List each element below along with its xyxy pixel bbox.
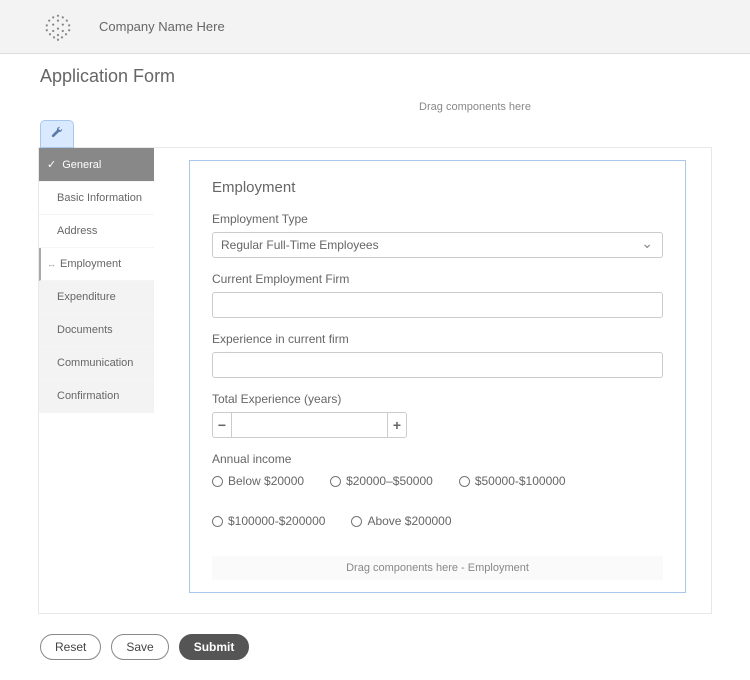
sidebar-item-label: Confirmation <box>57 390 119 402</box>
field-total-experience: Total Experience (years) − + <box>212 392 663 438</box>
main-content: Employment Employment Type Regular Full-… <box>154 148 711 613</box>
field-employment-firm: Current Employment Firm <box>212 272 663 318</box>
radio-label: $20000–$50000 <box>346 474 433 488</box>
footer-buttons: Reset Save Submit <box>0 614 750 680</box>
employment-type-select[interactable]: Regular Full-Time Employees <box>212 232 663 258</box>
total-experience-input[interactable] <box>232 413 387 437</box>
field-annual-income: Annual income Below $20000 $20000–$50000… <box>212 452 663 528</box>
field-experience-current: Experience in current firm <box>212 332 663 378</box>
select-wrap: Regular Full-Time Employees <box>212 232 663 258</box>
form-panel: Employment Employment Type Regular Full-… <box>189 160 686 593</box>
radio-option[interactable]: $20000–$50000 <box>330 474 433 488</box>
label-experience-current: Experience in current firm <box>212 332 663 346</box>
experience-current-input[interactable] <box>212 352 663 378</box>
annual-income-options: Below $20000 $20000–$50000 $50000-$10000… <box>212 474 663 528</box>
company-logo <box>42 11 74 43</box>
sidebar-item-basic-information[interactable]: Basic Information <box>39 182 154 215</box>
drag-hint-top: Drag components here <box>0 95 750 119</box>
radio-label: Above $200000 <box>367 514 451 528</box>
drag-hint-panel: Drag components here - Employment <box>212 556 663 580</box>
radio-input[interactable] <box>212 476 223 487</box>
sidebar-item-general[interactable]: General <box>39 148 154 182</box>
radio-input[interactable] <box>351 516 362 527</box>
sidebar-item-label: General <box>62 159 101 171</box>
radio-input[interactable] <box>212 516 223 527</box>
sidebar: General Basic Information Address Employ… <box>39 148 154 613</box>
label-employment-type: Employment Type <box>212 212 663 226</box>
radio-label: $50000-$100000 <box>475 474 566 488</box>
company-name: Company Name Here <box>99 19 225 34</box>
save-button[interactable]: Save <box>111 634 168 660</box>
sidebar-item-label: Employment <box>60 258 121 270</box>
employment-firm-input[interactable] <box>212 292 663 318</box>
sidebar-item-communication[interactable]: Communication <box>39 347 154 380</box>
sidebar-item-address[interactable]: Address <box>39 215 154 248</box>
radio-label: $100000-$200000 <box>228 514 325 528</box>
sidebar-item-label: Address <box>57 225 97 237</box>
submit-button[interactable]: Submit <box>179 634 250 660</box>
top-bar: Company Name Here <box>0 0 750 54</box>
radio-option[interactable]: $100000-$200000 <box>212 514 325 528</box>
layout: General Basic Information Address Employ… <box>38 147 712 614</box>
reset-button[interactable]: Reset <box>40 634 101 660</box>
wrench-icon <box>50 126 64 143</box>
field-employment-type: Employment Type Regular Full-Time Employ… <box>212 212 663 258</box>
radio-input[interactable] <box>459 476 470 487</box>
radio-option[interactable]: Below $20000 <box>212 474 304 488</box>
label-employment-firm: Current Employment Firm <box>212 272 663 286</box>
stepper-increment-button[interactable]: + <box>387 413 406 437</box>
tools-tab[interactable] <box>40 120 74 148</box>
total-experience-stepper: − + <box>212 412 407 438</box>
sidebar-item-label: Expenditure <box>57 291 116 303</box>
radio-option[interactable]: Above $200000 <box>351 514 451 528</box>
radio-input[interactable] <box>330 476 341 487</box>
sidebar-item-label: Communication <box>57 357 133 369</box>
sidebar-item-employment[interactable]: Employment <box>39 248 154 281</box>
radio-label: Below $20000 <box>228 474 304 488</box>
sidebar-item-expenditure[interactable]: Expenditure <box>39 281 154 314</box>
sidebar-item-label: Documents <box>57 324 113 336</box>
stepper-decrement-button[interactable]: − <box>213 413 232 437</box>
sidebar-item-confirmation[interactable]: Confirmation <box>39 380 154 413</box>
section-title: Employment <box>212 179 663 196</box>
page-title: Application Form <box>0 54 750 95</box>
label-total-experience: Total Experience (years) <box>212 392 663 406</box>
sidebar-item-label: Basic Information <box>57 192 142 204</box>
label-annual-income: Annual income <box>212 452 663 466</box>
sidebar-item-documents[interactable]: Documents <box>39 314 154 347</box>
radio-option[interactable]: $50000-$100000 <box>459 474 566 488</box>
